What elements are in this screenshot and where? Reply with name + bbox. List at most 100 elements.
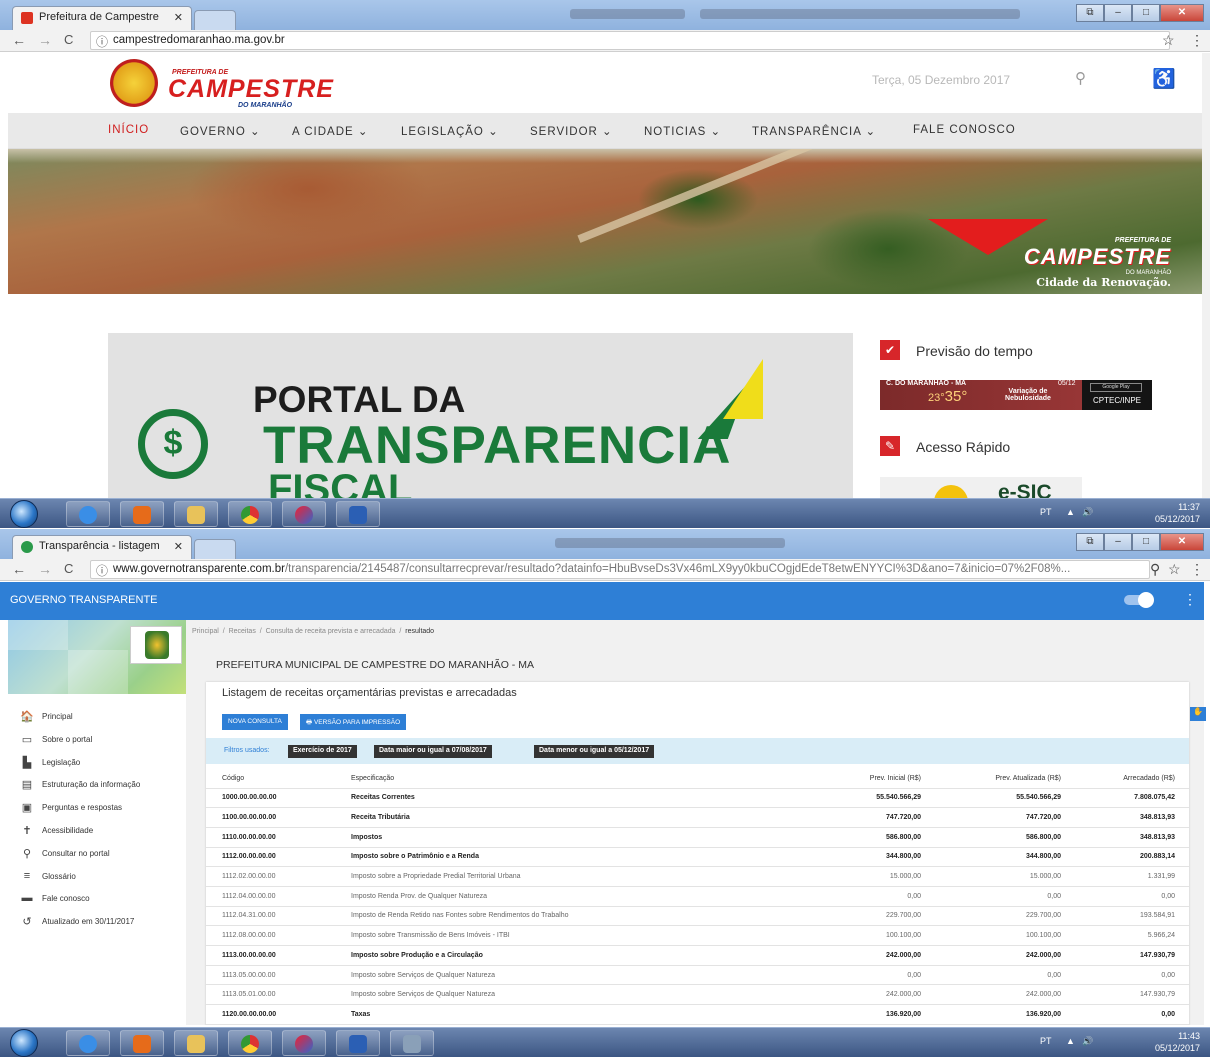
esic-banner[interactable]: e-SIC (880, 477, 1082, 498)
ie-taskbar-button[interactable] (66, 501, 110, 527)
menu-item-inicio[interactable]: INÍCIO (108, 124, 149, 136)
back-icon[interactable]: ← (12, 561, 26, 577)
language-indicator[interactable]: PT (1040, 507, 1052, 517)
new-query-button[interactable]: NOVA CONSULTA (222, 714, 288, 730)
forward-icon[interactable]: → (38, 32, 52, 48)
minimize-icon[interactable]: – (1104, 533, 1132, 551)
start-button[interactable] (10, 1029, 38, 1057)
print-version-button[interactable]: 🖶 VERSÃO PARA IMPRESSÃO (300, 714, 407, 730)
sidebar-item-label: Glossário (42, 871, 76, 881)
media-taskbar-button[interactable] (120, 501, 164, 527)
menu-item-legislacao[interactable]: LEGISLAÇÃO ⌄ (401, 124, 499, 138)
accessibility-icon: ✝ (22, 825, 32, 837)
cell-arrecadado: 193.584,91 (1071, 905, 1189, 926)
calculator-taskbar-button[interactable] (390, 1030, 434, 1056)
minimize-icon[interactable]: – (1104, 4, 1132, 22)
more-menu-icon[interactable]: ⋮ (1183, 591, 1197, 608)
star-icon[interactable]: ☆ (1162, 32, 1175, 49)
portal-transparencia-banner[interactable]: $ PORTAL DA TRANSPARENCIA FISCAL (108, 333, 853, 498)
help-icon: ▣ (21, 802, 33, 815)
weather-widget[interactable]: C. DO MARANHÃO - MA 23°35° Variação de N… (880, 380, 1152, 410)
accessibility-icon[interactable]: ♿ (1152, 67, 1176, 91)
url-field[interactable]: ⓘ campestredomaranhao.ma.gov.br (90, 31, 1170, 50)
volume-icon[interactable]: 🔊 (1082, 507, 1093, 518)
menu-label: SERVIDOR (530, 126, 598, 138)
esic-label: e-SIC (998, 481, 1052, 498)
explorer-taskbar-button[interactable] (174, 1030, 218, 1056)
cell-prev-atualizada: 586.800,00 (931, 826, 1071, 848)
start-button[interactable] (10, 500, 38, 528)
cell-especificacao: Taxas pelo Exercício Poder de Polícia (341, 1023, 811, 1025)
cell-especificacao: Imposto sobre a Propriedade Predial Terr… (341, 866, 811, 887)
chrome-taskbar-button[interactable] (228, 501, 272, 527)
close-window-icon[interactable]: ✕ (1160, 4, 1204, 22)
taskbar-blur (570, 9, 685, 19)
word-taskbar-button[interactable] (336, 1030, 380, 1056)
paint-taskbar-button[interactable] (282, 501, 326, 527)
browser-tab[interactable]: Prefeitura de Campestre ✕ (12, 6, 192, 30)
url-field[interactable]: ⓘ www.governotransparente.com.br/transpa… (90, 560, 1150, 579)
chrome-taskbar-button[interactable] (228, 1030, 272, 1056)
reload-icon[interactable]: C (64, 32, 73, 47)
menu-item-transparencia[interactable]: TRANSPARÊNCIA ⌄ (752, 124, 876, 138)
scrollbar[interactable] (1202, 53, 1210, 498)
new-tab-button[interactable] (194, 10, 236, 30)
star-icon[interactable]: ☆ (1168, 561, 1181, 578)
table-body: 1000.00.00.00.00 Receitas Correntes 55.540… (206, 787, 1189, 1025)
menu-item-noticias[interactable]: NOTICIAS ⌄ (644, 124, 721, 138)
menu-item-a-cidade[interactable]: A CIDADE ⌄ (292, 124, 369, 138)
clock[interactable]: 11:37 05/12/2017 (1155, 501, 1200, 525)
close-tab-icon[interactable]: ✕ (174, 540, 183, 553)
new-tab-button[interactable] (194, 539, 236, 559)
menu-label: A CIDADE (292, 126, 354, 138)
tray-arrow-icon[interactable]: ▲ (1066, 1036, 1075, 1046)
menu-item-servidor[interactable]: SERVIDOR ⌄ (530, 124, 613, 138)
search-icon[interactable]: ⚲ (1075, 69, 1086, 87)
breadcrumb: Principal / Receitas / Consulta de recei… (192, 628, 435, 635)
card-title: Listagem de receitas orçamentárias previ… (222, 687, 517, 699)
url-host: www.governotransparente.com.br (113, 563, 285, 575)
cell-arrecadado: 1.331,99 (1071, 866, 1189, 887)
cell-especificacao: Imposto sobre Serviços de Qualquer Natur… (341, 964, 811, 985)
windows-taskbar: PT ▲ 🔊 11:37 05/12/2017 (0, 498, 1210, 528)
tray-arrow-icon[interactable]: ▲ (1066, 507, 1075, 517)
maximize-icon[interactable]: □ (1132, 533, 1160, 551)
menu-item-fale-conosco[interactable]: FALE CONOSCO (913, 124, 1016, 136)
media-taskbar-button[interactable] (120, 1030, 164, 1056)
reload-icon[interactable]: C (64, 561, 73, 576)
vlibras-icon[interactable]: ✋ (1190, 707, 1206, 721)
table-row: 1112.02.00.00.00 Imposto sobre a Propried… (206, 866, 1189, 887)
cell-especificacao: Receita Tributária (341, 807, 811, 828)
browser-tab[interactable]: Transparência - listagem ✕ (12, 535, 192, 559)
cell-especificacao: Imposto sobre o Patrimônio e a Renda (341, 846, 811, 867)
language-indicator[interactable]: PT (1040, 1036, 1052, 1046)
restore-icon[interactable]: ⧉ (1076, 533, 1104, 551)
word-taskbar-button[interactable] (336, 501, 380, 527)
search-icon: ⚲ (22, 847, 32, 860)
contrast-toggle[interactable] (1124, 592, 1154, 608)
back-icon[interactable]: ← (12, 32, 26, 48)
restore-icon[interactable]: ⧉ (1076, 4, 1104, 22)
maximize-icon[interactable]: □ (1132, 4, 1160, 22)
explorer-taskbar-button[interactable] (174, 501, 218, 527)
breadcrumb-item[interactable]: Receitas (229, 628, 256, 635)
sidebar-item-label: Consultar no portal (42, 848, 110, 858)
breadcrumb-item[interactable]: Principal (192, 628, 219, 635)
ie-taskbar-button[interactable] (66, 1030, 110, 1056)
app-title[interactable]: GOVERNO TRANSPARENTE (10, 594, 158, 606)
cell-prev-inicial: 242.000,00 (811, 984, 931, 1005)
menu-dots-icon[interactable]: ⋮ (1190, 32, 1204, 49)
logo[interactable]: PREFEITURA DE CAMPESTRE DO MARANHÃO (110, 59, 340, 109)
close-window-icon[interactable]: ✕ (1160, 533, 1204, 551)
volume-icon[interactable]: 🔊 (1082, 1036, 1093, 1047)
clock[interactable]: 11:43 05/12/2017 (1155, 1030, 1200, 1054)
paint-taskbar-button[interactable] (282, 1030, 326, 1056)
breadcrumb-item[interactable]: Consulta de receita prevista e arrecadad… (266, 628, 396, 635)
menu-item-governo[interactable]: GOVERNO ⌄ (180, 124, 261, 138)
sidebar-item-label: Sobre o portal (42, 734, 93, 744)
forward-icon[interactable]: → (38, 561, 52, 577)
menu-dots-icon[interactable]: ⋮ (1190, 561, 1204, 578)
cell-especificacao: Imposto sobre Produção e a Circulação (341, 945, 811, 966)
close-tab-icon[interactable]: ✕ (174, 11, 183, 24)
zoom-icon[interactable]: ⚲ (1150, 561, 1160, 578)
